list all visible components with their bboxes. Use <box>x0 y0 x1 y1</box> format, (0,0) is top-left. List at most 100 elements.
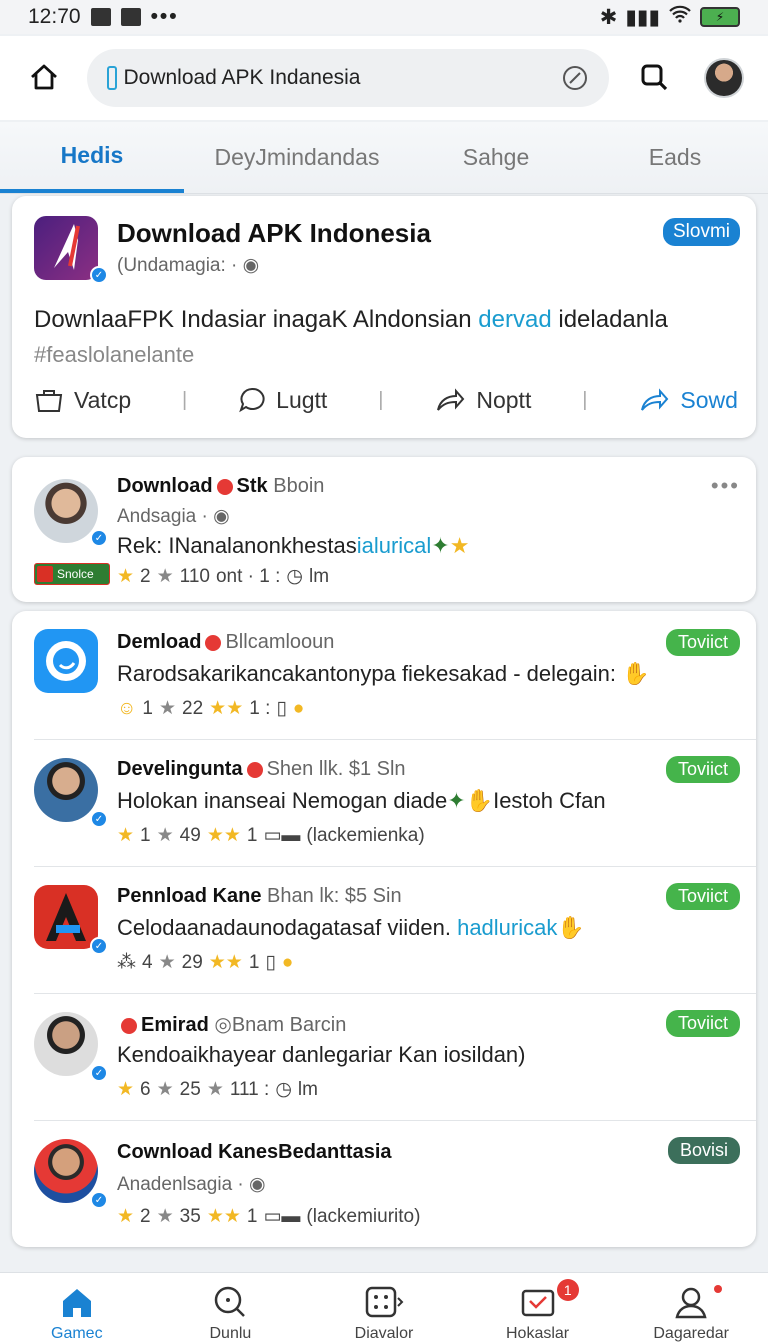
search-input[interactable] <box>123 66 555 90</box>
nav-search[interactable]: Dunlu <box>154 1273 308 1344</box>
post-meta: ★ 6 ★ 25 ★ 111 : ◷ lm <box>117 1078 318 1101</box>
notification-dot <box>714 1285 723 1293</box>
share-label: Sowd <box>680 386 738 413</box>
action-row: Vatcp | Lugtt | Noptt | Sowd <box>34 386 738 414</box>
badge-icon <box>246 761 263 778</box>
wifi-icon <box>668 5 692 29</box>
nav-label: Diavalor <box>354 1325 414 1342</box>
star-icon: ★ <box>117 1079 135 1100</box>
post-author: Download Stk Bboin <box>117 475 325 497</box>
clear-search-icon[interactable] <box>561 64 589 92</box>
hand-icon: ✋ <box>622 661 650 686</box>
app-icon <box>34 629 98 693</box>
app-icon <box>34 216 98 280</box>
dice-icon <box>365 1286 404 1318</box>
divider: | <box>182 388 188 411</box>
star-icon: ★ <box>156 566 174 587</box>
comment-button[interactable]: Lugtt <box>238 386 327 414</box>
smile-icon: ☺ <box>117 697 137 719</box>
more-options-button[interactable]: ••• <box>711 473 740 499</box>
follow-button[interactable]: Toviict <box>665 1010 740 1037</box>
search-bar[interactable] <box>87 49 609 107</box>
verified-icon: ✓ <box>90 937 108 955</box>
follow-badge[interactable]: Slovmi <box>662 218 740 246</box>
notification-badge: 1 <box>556 1279 579 1301</box>
nav-profile[interactable]: Dagaredar <box>614 1273 768 1344</box>
nav-discover[interactable]: Diavalor <box>307 1273 461 1344</box>
featured-app-card[interactable]: ✓ Download APK Indonesia (Undamagia: · ◉… <box>12 196 756 438</box>
emoji-icon: ● <box>292 697 305 719</box>
user-icon <box>675 1287 707 1319</box>
grid-icon: ⁂ <box>117 952 136 973</box>
post-subtitle: Anadenlsagia · ◉ <box>117 1174 266 1195</box>
nav-label: Dunlu <box>209 1325 252 1342</box>
share-icon <box>641 388 669 411</box>
star-icon: ★★ <box>206 825 241 846</box>
store-badge: Snolce <box>34 563 110 585</box>
clock-icon: ◷ <box>275 1079 292 1100</box>
post-list-card: Demload Bllcamlooun Toviict Rarodsakarika… <box>12 611 756 1247</box>
app-icon <box>34 885 98 949</box>
save-button[interactable]: Vatcp <box>34 387 131 414</box>
home-button[interactable] <box>24 58 63 98</box>
bookmark-icon: ▯ <box>265 952 276 973</box>
nav-games[interactable]: Gamec <box>0 1273 154 1344</box>
post-card[interactable]: ✓ Download Stk Bboin Andsagia · ◉ Rek: IN… <box>12 457 756 602</box>
follow-button[interactable]: Toviict <box>665 883 740 910</box>
user-avatar <box>34 1012 98 1076</box>
list-item[interactable]: Demload Bllcamlooun Toviict Rarodsakarika… <box>12 611 756 739</box>
post-author: Emirad ◎Bnam Barcin <box>117 1012 346 1037</box>
notification-icon <box>90 8 111 26</box>
divider: | <box>378 388 384 411</box>
follow-button[interactable]: Toviict <box>665 629 740 656</box>
tab-eads[interactable]: Eads <box>582 122 768 193</box>
comment-label: Lugtt <box>276 386 328 413</box>
user-avatar <box>34 1139 98 1203</box>
verified-icon: ✓ <box>90 529 108 547</box>
featured-body: DownlaaFPK Indasiar inagaK Alndonsian de… <box>34 306 668 333</box>
star-icon: ★ <box>117 825 135 846</box>
search-button[interactable] <box>635 58 674 98</box>
search-icon <box>215 1286 246 1317</box>
star-icon: ★ <box>158 698 177 719</box>
badge-icon <box>205 634 222 651</box>
repost-button[interactable]: Noptt <box>434 386 531 414</box>
user-avatar <box>34 758 98 822</box>
nav-notifications[interactable]: 1 Hokaslar <box>461 1273 615 1344</box>
verified-icon: ✓ <box>90 266 108 284</box>
globe-icon: ◉ <box>213 506 230 527</box>
tab-deyjmindandas[interactable]: DeyJmindandas <box>184 122 410 193</box>
profile-avatar[interactable] <box>704 58 744 98</box>
list-item[interactable]: ✓ Cownload KanesBedanttasia Bovisi Anade… <box>12 1121 756 1247</box>
calendar-icon: ▭▬ <box>263 1206 301 1227</box>
user-avatar[interactable] <box>34 479 98 543</box>
hand-icon: ✋ <box>465 788 494 813</box>
tab-hedis[interactable]: Hedis <box>0 122 184 193</box>
more-notifications-icon: ••• <box>150 5 179 28</box>
list-item[interactable]: ✓ Pennload Kane Bhan lk: $5 Sin Toviict … <box>12 867 756 993</box>
tab-sahge[interactable]: Sahge <box>410 122 582 193</box>
sparkle-icon: ✦ <box>447 788 466 813</box>
post-body: Holokan inanseai Nemogan diade✦✋Iestoh C… <box>117 788 606 813</box>
calendar-icon: ▭▬ <box>263 825 301 846</box>
home-icon <box>30 64 57 90</box>
follow-button[interactable]: Bovisi <box>667 1137 740 1164</box>
post-link[interactable]: ialurical <box>357 533 432 558</box>
status-bar: 12:70 ••• ✱ ▮▮▮ ⚡ <box>0 0 768 34</box>
clock-icon: ◷ <box>286 566 303 587</box>
post-meta: ☺ 1 ★ 22 ★★ 1 : ▯ ● <box>117 697 305 720</box>
list-item[interactable]: ✓ Develingunta Shen llk. $1 Sln Toviict H… <box>12 740 756 866</box>
hand-icon: ✋ <box>557 915 585 940</box>
featured-hashtag[interactable]: #feaslolanelante <box>34 342 194 368</box>
tab-bar: Hedis DeyJmindandas Sahge Eads <box>0 122 768 194</box>
post-author: Cownload KanesBedanttasia <box>117 1141 392 1163</box>
globe-icon: ◎ <box>214 1014 232 1036</box>
follow-button[interactable]: Toviict <box>665 756 740 783</box>
post-link[interactable]: hadluricak <box>457 915 557 940</box>
share-button[interactable]: Sowd <box>638 386 738 414</box>
body-link[interactable]: dervad <box>478 306 551 333</box>
list-item[interactable]: ✓ Emirad ◎Bnam Barcin Toviict Kendoaikha… <box>12 994 756 1120</box>
sim-icon <box>120 8 141 26</box>
globe-icon: ◉ <box>242 255 260 276</box>
top-bar <box>0 36 768 120</box>
